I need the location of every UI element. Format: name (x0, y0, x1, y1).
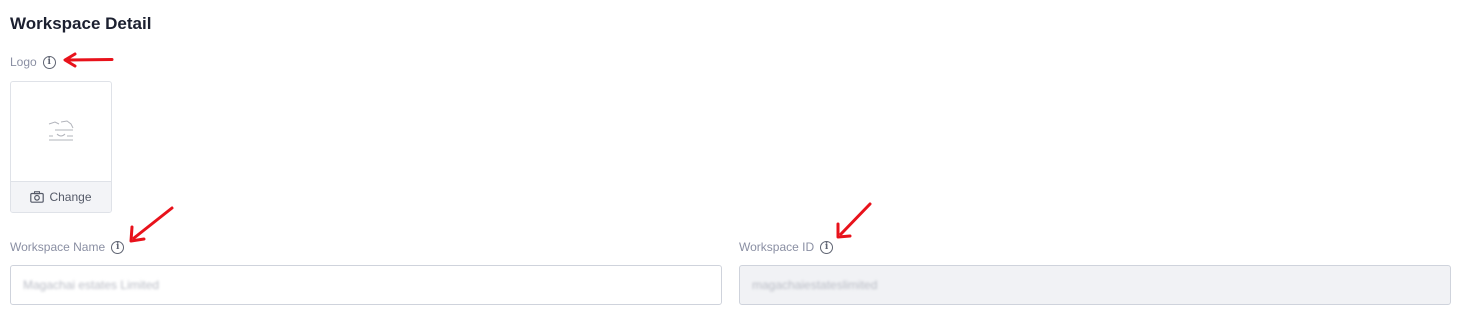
info-icon[interactable]: i (42, 55, 56, 69)
change-logo-button[interactable]: Change (11, 181, 111, 212)
workspace-name-label-row: Workspace Name i (10, 240, 125, 254)
annotation-arrow-workspace-id (836, 202, 872, 239)
workspace-name-input[interactable]: Magachai estates Limited (10, 265, 722, 305)
logo-uploader: Change (10, 81, 112, 213)
workspace-name-value: Magachai estates Limited (23, 278, 160, 292)
logo-label-row: Logo i (10, 55, 56, 69)
workspace-id-label-row: Workspace ID i (739, 240, 834, 254)
info-icon[interactable]: i (820, 240, 834, 254)
info-icon[interactable]: i (111, 240, 125, 254)
annotation-arrow-logo (63, 52, 114, 68)
workspace-name-label: Workspace Name (10, 240, 106, 254)
workspace-id-label: Workspace ID (739, 240, 815, 254)
page-title: Workspace Detail (10, 14, 152, 33)
workspace-logo-image (48, 120, 74, 141)
workspace-id-input[interactable]: magachaiestateslimited (739, 265, 1451, 305)
logo-label: Logo (10, 55, 37, 69)
camera-icon (30, 191, 45, 203)
workspace-id-value: magachaiestateslimited (752, 278, 878, 292)
annotation-arrow-workspace-name (129, 206, 174, 243)
change-logo-label: Change (49, 190, 92, 204)
